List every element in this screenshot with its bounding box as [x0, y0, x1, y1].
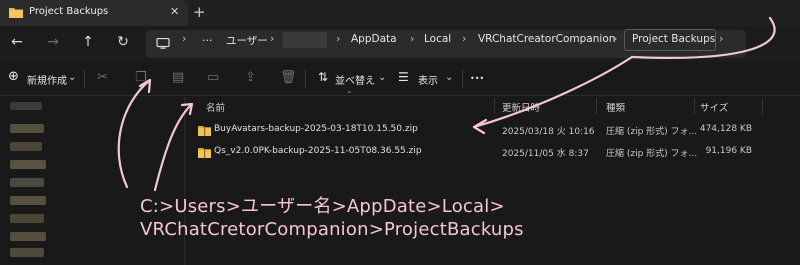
- divider: [84, 70, 85, 88]
- cut-icon[interactable]: ✂: [97, 70, 108, 85]
- file-type: 圧縮 (zip 形式) フォ...: [606, 127, 698, 137]
- paste-icon[interactable]: ▤: [172, 70, 184, 85]
- back-button[interactable]: ←: [8, 34, 26, 50]
- command-bar: ⊕ 新規作成 ⌄ ✂ ❐ ▤ ▭ ⇪ 🗑 ⇅ 並べ替え ⌄ ☰ 表示 ⌄ •••: [0, 62, 800, 96]
- breadcrumb-user[interactable]: ユーザー: [226, 33, 268, 48]
- chevron-down-icon[interactable]: ⌄: [68, 72, 76, 83]
- address-row: ← → ↑ ↻ › … ユーザー › › AppData › Local › V…: [0, 26, 800, 62]
- file-size: 474,128 KB: [699, 124, 752, 134]
- breadcrumb-vcc[interactable]: VRChatCreatorCompanion: [478, 33, 615, 45]
- chevron-down-icon[interactable]: ⌄: [378, 72, 386, 83]
- more-options-button[interactable]: •••: [470, 74, 484, 83]
- divider: [462, 70, 463, 88]
- file-name[interactable]: Qs_v2.0.0PK-backup-2025-11-05T08.36.55.z…: [214, 146, 422, 156]
- tab-title: Project Backups: [29, 6, 109, 17]
- file-name[interactable]: BuyAvatars-backup-2025-03-18T10.15.50.zi…: [214, 124, 418, 134]
- new-tab-button[interactable]: +: [193, 3, 206, 21]
- zip-folder-icon: [198, 126, 211, 136]
- rename-icon[interactable]: ▭: [207, 70, 219, 85]
- file-type: 圧縮 (zip 形式) フォ...: [606, 149, 698, 159]
- sidebar-item-redacted[interactable]: [10, 142, 42, 151]
- breadcrumb-appdata[interactable]: AppData: [351, 33, 397, 45]
- view-icon: ☰: [398, 70, 409, 84]
- column-header-size[interactable]: サイズ: [700, 100, 728, 114]
- sidebar-item-redacted[interactable]: [10, 178, 44, 187]
- sidebar-item-redacted[interactable]: [10, 248, 44, 257]
- column-header-type[interactable]: 種類: [606, 100, 625, 114]
- title-bar: Project Backups ✕ +: [0, 0, 800, 26]
- breadcrumb-project-backups[interactable]: Project Backups: [632, 33, 715, 45]
- computer-icon: [156, 38, 170, 49]
- file-size: 91,196 KB: [705, 146, 752, 156]
- column-divider[interactable]: [596, 98, 597, 114]
- close-tab-icon[interactable]: ✕: [170, 5, 179, 18]
- folder-icon: [9, 8, 23, 18]
- column-header-date[interactable]: 更新日時: [502, 100, 540, 114]
- view-button[interactable]: 表示: [418, 72, 438, 87]
- sidebar-item-redacted[interactable]: [10, 196, 46, 205]
- column-divider[interactable]: [494, 98, 495, 114]
- file-date: 2025/03/18 火 10:16: [502, 127, 595, 137]
- sort-ascending-icon: ⌃: [346, 90, 353, 99]
- breadcrumb-separator: ›: [270, 32, 275, 45]
- copy-icon[interactable]: ❐: [135, 70, 147, 85]
- annotation-text-line1: C:>Users>ユーザー名>AppDate>Local>: [140, 196, 505, 217]
- annotation-text-line2: VRChatCretorCompanion>ProjectBackups: [140, 219, 524, 240]
- new-icon: ⊕: [8, 69, 19, 84]
- redacted-username: [283, 32, 327, 48]
- up-button[interactable]: ↑: [79, 34, 97, 50]
- column-divider[interactable]: [694, 98, 695, 114]
- breadcrumb-separator: ›: [613, 32, 618, 45]
- sort-button[interactable]: 並べ替え: [335, 72, 375, 87]
- breadcrumb-ellipsis[interactable]: …: [202, 32, 213, 44]
- sort-icon: ⇅: [318, 70, 329, 84]
- breadcrumb-separator: ›: [182, 32, 187, 45]
- divider: [305, 70, 306, 88]
- breadcrumb-separator: ›: [719, 32, 724, 45]
- table-row[interactable]: Qs_v2.0.0PK-backup-2025-11-05T08.36.55.z…: [194, 142, 754, 164]
- chevron-down-icon[interactable]: ⌄: [445, 72, 453, 83]
- new-button[interactable]: 新規作成: [27, 72, 67, 87]
- breadcrumb-separator: ›: [410, 32, 415, 45]
- sidebar-item-redacted[interactable]: [10, 232, 46, 241]
- forward-button[interactable]: →: [44, 34, 62, 50]
- share-icon[interactable]: ⇪: [245, 70, 256, 85]
- breadcrumb-separator: ›: [336, 32, 341, 45]
- breadcrumb-local[interactable]: Local: [424, 33, 451, 45]
- delete-icon[interactable]: 🗑: [280, 70, 297, 85]
- window-tab[interactable]: Project Backups ✕: [0, 0, 188, 26]
- sidebar-item-redacted[interactable]: [10, 160, 46, 169]
- breadcrumb-separator: ›: [462, 32, 467, 45]
- table-row[interactable]: BuyAvatars-backup-2025-03-18T10.15.50.zi…: [194, 120, 754, 142]
- sidebar-item-redacted[interactable]: [10, 124, 44, 133]
- file-date: 2025/11/05 水 8:37: [502, 149, 589, 159]
- column-divider[interactable]: [762, 98, 763, 114]
- zip-folder-icon: [198, 148, 211, 158]
- sidebar-item-redacted[interactable]: [10, 102, 42, 110]
- sidebar-item-redacted[interactable]: [10, 214, 44, 223]
- refresh-button[interactable]: ↻: [114, 34, 132, 50]
- column-header-name[interactable]: 名前: [206, 100, 225, 114]
